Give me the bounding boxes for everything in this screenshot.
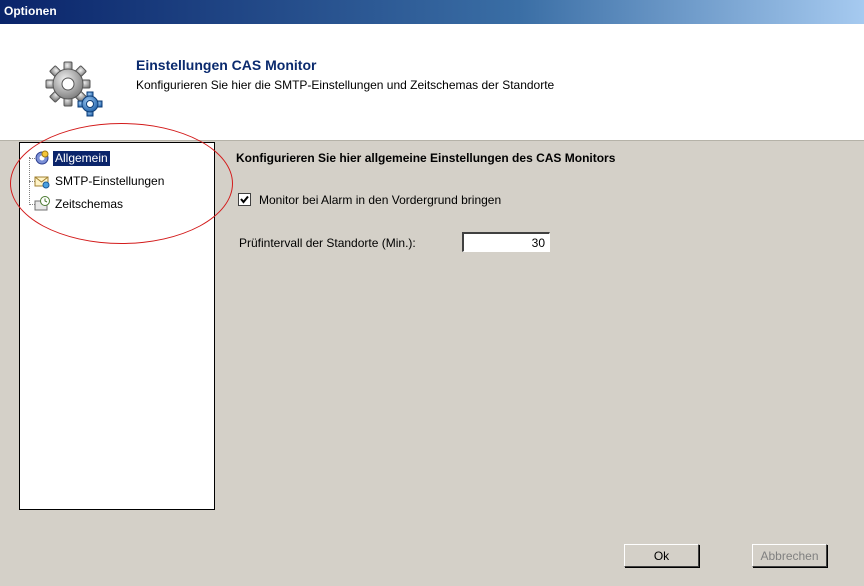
header-title: Einstellungen CAS Monitor <box>136 57 317 73</box>
checkmark-icon <box>240 195 249 204</box>
gears-icon <box>45 61 103 117</box>
options-dialog: Optionen Einstellungen CAS Monitor Konfi… <box>0 0 864 586</box>
window-title: Optionen <box>4 4 57 18</box>
ok-button[interactable]: Ok <box>624 544 699 567</box>
interval-label: Prüfintervall der Standorte (Min.): <box>239 236 416 250</box>
cancel-button[interactable]: Abbrechen <box>752 544 827 567</box>
foreground-checkbox[interactable] <box>238 193 251 206</box>
foreground-checkbox-label[interactable]: Monitor bei Alarm in den Vordergrund bri… <box>259 193 501 207</box>
annotation-circle <box>10 123 233 244</box>
section-title: Konfigurieren Sie hier allgemeine Einste… <box>236 151 616 165</box>
title-bar[interactable]: Optionen <box>0 0 864 24</box>
interval-input[interactable] <box>462 232 550 252</box>
header-subtitle: Konfigurieren Sie hier die SMTP-Einstell… <box>136 78 555 92</box>
